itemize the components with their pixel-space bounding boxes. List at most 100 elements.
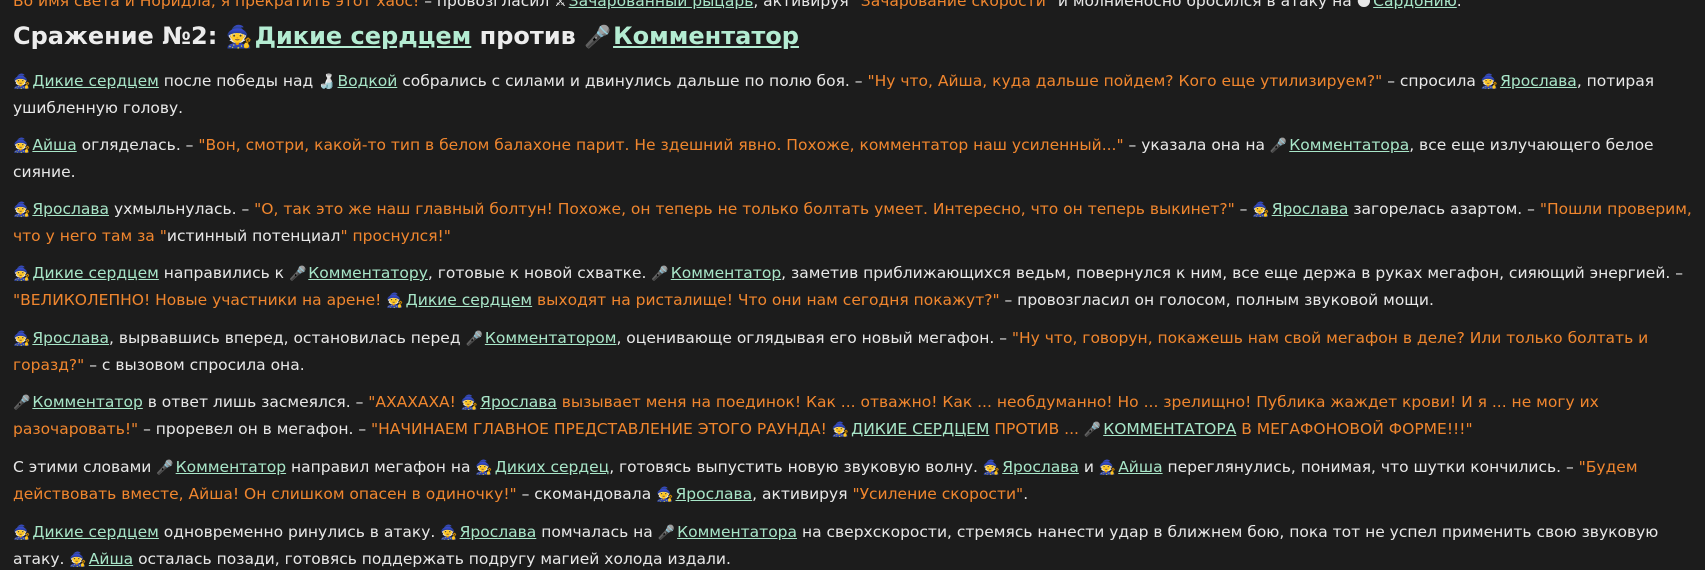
witch-icon: 🧙: [831, 422, 850, 438]
link-yaroslava[interactable]: Ярослава: [1272, 200, 1349, 218]
battle-heading: Сражение №2: 🧙Дикие сердцем против 🎤Комм…: [13, 18, 1693, 56]
text: направились к: [158, 264, 289, 282]
text: .: [1023, 485, 1029, 503]
heading-prefix: Сражение №2:: [13, 22, 226, 50]
link-aisha[interactable]: Айша: [89, 550, 133, 568]
microphone-icon: 🎤: [657, 525, 676, 541]
text: огляделась. –: [76, 136, 199, 154]
text: – указала она на: [1123, 136, 1270, 154]
quote: Во имя света и Норидла, я прекратить это…: [13, 0, 420, 10]
link-aisha[interactable]: Айша: [32, 136, 76, 154]
link-commentator[interactable]: Комментатору: [308, 264, 428, 282]
text: С этими словами: [13, 458, 157, 476]
text: помчалась на: [536, 523, 658, 541]
witch-icon: 🧙: [656, 487, 674, 503]
text: загорелась азартом. –: [1348, 200, 1540, 218]
link-vodka[interactable]: Водкой: [338, 72, 398, 90]
text: направил мегафон на: [286, 458, 476, 476]
text: осталась позади, готовясь поддержать под…: [133, 550, 731, 568]
paragraph-3: 🧙 Ярослава ухмыльнулась. – "О, так это же…: [13, 196, 1693, 249]
link-commentator[interactable]: Комментатора: [677, 523, 797, 541]
text: , оценивающе оглядывая его новый мегафон…: [616, 329, 1012, 347]
witch-icon: 🧙: [13, 331, 31, 347]
paragraph-5: 🧙 Ярослава, вырвавшись вперед, остановила…: [13, 325, 1693, 378]
article: Во имя света и Норидла, я прекратить это…: [13, 0, 1693, 570]
link-yaroslava[interactable]: Ярослава: [1002, 458, 1079, 476]
witch-icon: 🧙: [13, 266, 31, 282]
link-yaroslava[interactable]: Ярослава: [32, 329, 109, 347]
link-yaroslava[interactable]: Ярослава: [1500, 72, 1577, 90]
witch-icon: 🧙: [1098, 460, 1117, 476]
quote: "АХАХАХА!: [368, 393, 461, 411]
link-sardonia[interactable]: Сардонию: [1373, 0, 1457, 10]
text: и молниеносно бросился в атаку на: [1052, 0, 1357, 10]
bottle-icon: 🍶: [318, 74, 336, 90]
text: ухмыльнулась. –: [109, 200, 255, 218]
text: – спросила: [1382, 72, 1481, 90]
microphone-icon: 🎤: [1269, 138, 1288, 154]
paragraph-2: 🧙 Айша огляделась. – "Вон, смотри, какой-…: [13, 132, 1693, 185]
quote: "Ну что, Айша, куда дальше пойдем? Кого …: [867, 72, 1383, 90]
text: в ответ лишь засмеялся. –: [142, 393, 369, 411]
text: .: [1456, 0, 1462, 10]
link-wild-hearts[interactable]: Диких сердец: [495, 458, 609, 476]
link-commentator[interactable]: Комментатора: [1289, 136, 1409, 154]
link-yaroslava[interactable]: Ярослава: [460, 523, 537, 541]
link-wild-hearts[interactable]: Дикие сердцем: [32, 264, 158, 282]
witch-icon: 🧙: [13, 525, 31, 541]
knight-icon: ⚔: [554, 0, 567, 10]
link-commentator[interactable]: КОММЕНТАТОРА: [1103, 420, 1236, 438]
paragraph-8: 🧙 Дикие сердцем одновременно ринулись в а…: [13, 519, 1693, 570]
witch-icon: 🧙: [440, 525, 458, 541]
quote: "НАЧИНАЕМ ГЛАВНОЕ ПРЕДСТАВЛЕНИЕ ЭТОГО РА…: [371, 420, 832, 438]
link-yaroslava[interactable]: Ярослава: [676, 485, 753, 503]
microphone-icon: 🎤: [1083, 422, 1102, 438]
link-commentator[interactable]: Комментатор: [613, 22, 799, 50]
link-team-wild-hearts[interactable]: Дикие сердцем: [255, 22, 472, 50]
paragraph-7: С этими словами 🎤 Комментатор направил ме…: [13, 454, 1693, 508]
quote: " проснулся!": [340, 227, 451, 245]
microphone-icon: 🎤: [156, 460, 174, 476]
text: , готовясь выпустить новую звуковую волн…: [609, 458, 983, 476]
quote: ПРОТИВ ...: [989, 420, 1084, 438]
paragraph-4: 🧙 Дикие сердцем направились к 🎤 Комментато…: [13, 260, 1693, 314]
link-commentator[interactable]: Комментатор: [671, 264, 781, 282]
text: – провозгласил он голосом, полным звуков…: [999, 291, 1434, 309]
link-yaroslava[interactable]: Ярослава: [32, 200, 109, 218]
quote: "О, так это же наш главный болтун! Похож…: [254, 200, 1235, 218]
text: собрались с силами и двинулись дальше по…: [397, 72, 868, 90]
text: – с вызовом спросила она.: [84, 356, 305, 374]
link-commentator[interactable]: Комментатор: [176, 458, 286, 476]
link-wild-hearts[interactable]: Дикие сердцем: [406, 291, 532, 309]
link-commentator[interactable]: Комментатором: [485, 329, 617, 347]
microphone-icon: 🎤: [584, 25, 612, 50]
heading-vs: против: [471, 22, 585, 50]
witch-icon: 🧙: [1252, 202, 1270, 218]
paragraph-6: 🎤 Комментатор в ответ лишь засмеялся. – "…: [13, 389, 1693, 443]
link-commentator[interactable]: Комментатор: [32, 393, 142, 411]
witch-icon: 🧙: [982, 460, 1001, 476]
witch-icon: 🧙: [460, 395, 479, 411]
link-wild-hearts[interactable]: Дикие сердцем: [32, 72, 158, 90]
previous-paragraph-tail: Во имя света и Норидла, я прекратить это…: [13, 0, 1693, 14]
witch-icon: 🧙: [13, 74, 31, 90]
link-yaroslava[interactable]: Ярослава: [480, 393, 557, 411]
witch-icon: 🧙: [475, 460, 493, 476]
link-aisha[interactable]: Айша: [1118, 458, 1162, 476]
witch-icon: 🧙: [13, 138, 31, 154]
link-enchanted-knight[interactable]: Зачарованный рыцарь: [569, 0, 754, 10]
text: , активируя: [753, 0, 854, 10]
witch-icon: 🧙: [13, 202, 31, 218]
witch-icon: 🧙: [1480, 74, 1499, 90]
microphone-icon: 🎤: [465, 331, 483, 347]
microphone-icon: 🎤: [651, 266, 669, 282]
quote: В МЕГАФОНОВОЙ ФОРМЕ!!!": [1236, 420, 1473, 438]
text: – скомандовала: [516, 485, 657, 503]
link-wild-hearts[interactable]: ДИКИЕ СЕРДЦЕМ: [851, 420, 989, 438]
text: – провозгласил: [419, 0, 555, 10]
link-wild-hearts[interactable]: Дикие сердцем: [32, 523, 158, 541]
text: – проревел он в мегафон. –: [138, 420, 372, 438]
text: , заметив приближающихся ведьм, повернул…: [781, 264, 1684, 282]
witch-icon: 🧙: [69, 552, 87, 568]
text: , активируя: [752, 485, 853, 503]
